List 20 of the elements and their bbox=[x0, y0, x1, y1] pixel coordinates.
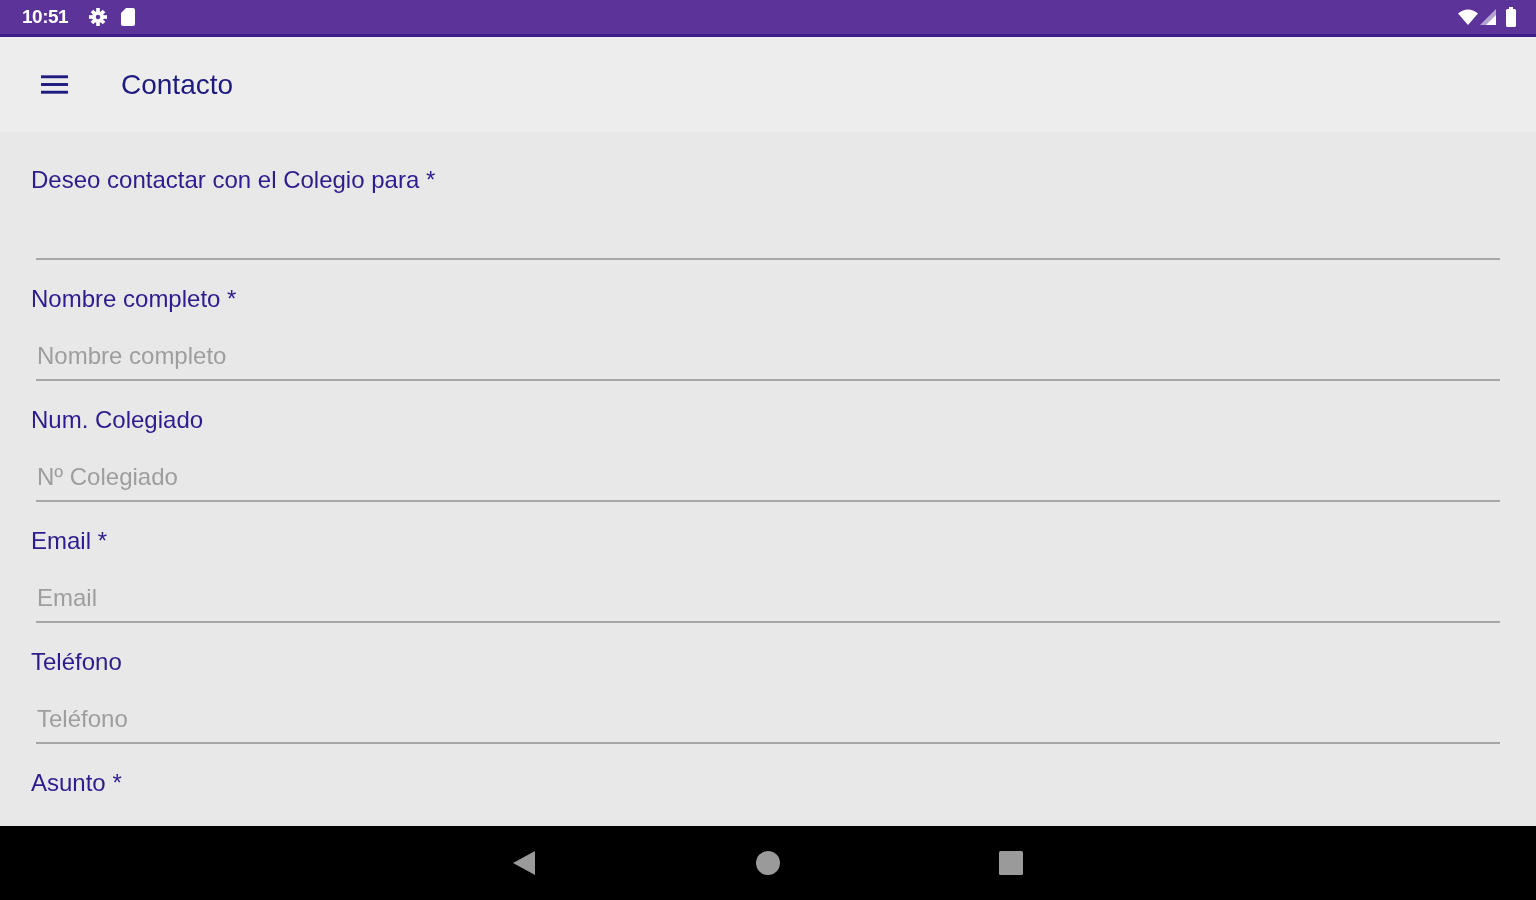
field-label: Num. Colegiado bbox=[31, 406, 204, 434]
field-label: Teléfono bbox=[31, 648, 122, 676]
sd-card-icon bbox=[121, 8, 136, 26]
status-time: 10:51 bbox=[22, 6, 69, 28]
text-field[interactable]: Nombre completo bbox=[36, 313, 1500, 381]
menu-icon[interactable] bbox=[41, 75, 68, 94]
screen-title: Contacto bbox=[121, 67, 234, 102]
field-label: Asunto * bbox=[31, 769, 122, 797]
home-icon[interactable] bbox=[756, 851, 780, 875]
battery-icon bbox=[1506, 7, 1516, 27]
gear-icon bbox=[89, 8, 108, 26]
text-field[interactable]: Nº Colegiado bbox=[36, 434, 1500, 502]
signal-icon bbox=[1480, 9, 1496, 25]
field-label: Nombre completo * bbox=[31, 285, 237, 313]
wifi-icon bbox=[1458, 9, 1478, 25]
back-icon[interactable] bbox=[513, 851, 535, 875]
text-field[interactable]: Teléfono bbox=[36, 676, 1500, 744]
field-label: Email * bbox=[31, 527, 108, 555]
field-label: Deseo contactar con el Colegio para * bbox=[31, 166, 436, 194]
text-field[interactable]: Email bbox=[36, 555, 1500, 623]
